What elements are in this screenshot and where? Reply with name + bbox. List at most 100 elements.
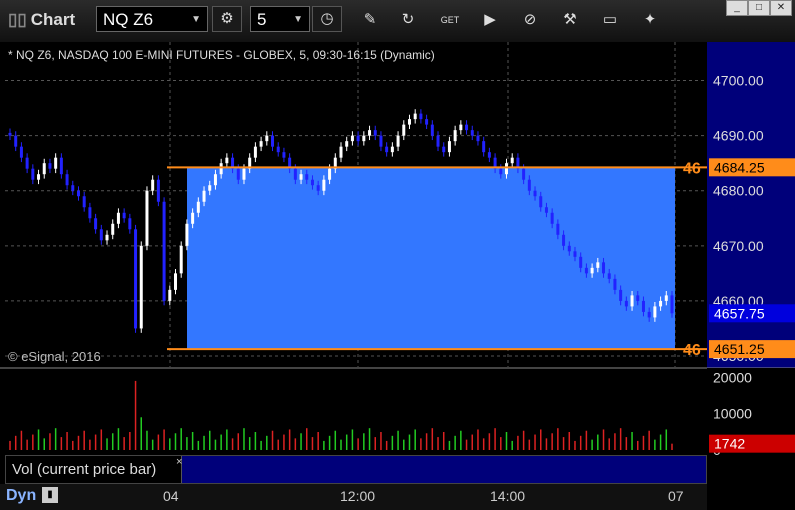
candle-body: [659, 300, 663, 307]
candle-body: [641, 300, 645, 312]
candle-body: [202, 190, 206, 202]
price-tick-label: 4700.00: [713, 73, 764, 89]
settings-button[interactable]: ⚙: [212, 6, 242, 32]
candle-body: [350, 135, 354, 142]
candle-body: [596, 262, 600, 268]
last-volume-text: 1742: [714, 436, 745, 452]
candle-body: [550, 212, 554, 224]
symbol-input[interactable]: NQ Z6 ▼: [96, 6, 208, 32]
candle-body: [293, 168, 297, 180]
candle-body: [116, 212, 120, 224]
candle-body: [499, 168, 503, 175]
candle-body: [544, 207, 548, 213]
bar-icon[interactable]: ▮: [42, 487, 58, 503]
candle-body: [430, 124, 434, 136]
candle-body: [236, 168, 240, 180]
maximize-button[interactable]: □: [748, 0, 770, 16]
price-tick-label: 4690.00: [713, 128, 764, 144]
candle-body: [322, 179, 326, 191]
chart-area[interactable]: * NQ Z6, NASDAQ 100 E-MINI FUTURES - GLO…: [0, 42, 795, 484]
minimize-button[interactable]: _: [726, 0, 748, 16]
candle-body: [590, 267, 594, 274]
time-label: 07: [668, 488, 684, 504]
volume-axis: 200001000001742: [707, 368, 795, 458]
chevron-down-icon[interactable]: ▼: [191, 7, 201, 33]
candle-body: [111, 223, 115, 235]
axis-corner: [707, 484, 795, 510]
candle-body: [219, 163, 223, 175]
candle-body: [310, 179, 314, 186]
clock-button[interactable]: ◷: [312, 6, 342, 32]
candle-body: [105, 234, 109, 241]
upper-line-price-text: 4684.25: [714, 159, 765, 175]
lower-line-price-text: 4651.25: [714, 341, 765, 357]
tools-icon[interactable]: ⚒: [560, 10, 580, 30]
candle-body: [19, 146, 23, 158]
twitter-icon[interactable]: ✦: [640, 10, 660, 30]
grip-icon: ▯▯: [8, 10, 27, 29]
price-tick-label: 4670.00: [713, 238, 764, 254]
candle-body: [213, 174, 217, 186]
candle-body: [82, 196, 86, 208]
interval-value: 5: [257, 10, 267, 29]
candle-body: [579, 256, 583, 268]
candle-body: [305, 174, 309, 180]
chart-header: * NQ Z6, NASDAQ 100 E-MINI FUTURES - GLO…: [8, 48, 435, 62]
candle-body: [299, 174, 303, 180]
pencil-icon[interactable]: ✎: [360, 10, 380, 30]
candle-body: [271, 135, 275, 147]
price-tick-label: 4680.00: [713, 183, 764, 199]
interval-input[interactable]: 5 ▼: [250, 6, 310, 32]
candle-body: [539, 196, 543, 208]
candle-body: [670, 295, 674, 314]
upper-line-tag: 46: [683, 160, 701, 177]
dynamic-label[interactable]: Dyn: [6, 487, 36, 505]
close-icon[interactable]: ×: [176, 456, 182, 468]
comment-icon[interactable]: ▭: [600, 10, 620, 30]
candle-body: [636, 295, 640, 301]
candle-body: [510, 157, 514, 164]
candle-body: [556, 223, 560, 235]
candle-body: [59, 157, 63, 175]
candle-body: [259, 141, 263, 147]
compass-icon[interactable]: ⊘: [520, 10, 540, 30]
candle-body: [368, 130, 372, 136]
get-icon[interactable]: GET: [440, 10, 460, 30]
chevron-down-icon[interactable]: ▼: [293, 7, 303, 33]
candle-body: [413, 113, 417, 120]
time-label: 12:00: [340, 488, 376, 504]
app-title-text: Chart: [30, 10, 76, 29]
candle-body: [379, 135, 383, 147]
candle-body: [71, 185, 75, 191]
volume-tick-label: 10000: [713, 406, 752, 422]
candle-body: [8, 132, 12, 136]
candle-body: [65, 174, 69, 186]
candle-body: [459, 124, 463, 131]
clock-icon: ◷: [320, 10, 334, 27]
play-icon[interactable]: ▶: [480, 10, 500, 30]
candle-body: [425, 119, 429, 125]
time-axis: Dyn ▮ 04 12:00 14:00 07: [0, 484, 795, 510]
candle-body: [396, 135, 400, 147]
candle-body: [613, 278, 617, 290]
candle-body: [208, 185, 212, 191]
candle-body: [584, 267, 588, 274]
candle-body: [54, 157, 58, 169]
highlight-range-rect: [187, 167, 675, 350]
candle-body: [419, 113, 423, 120]
candle-body: [185, 223, 189, 246]
candle-body: [37, 174, 41, 180]
toolbar: ▯▯ Chart NQ Z6 ▼ ⚙ 5 ▼ ◷ ✎ ↻ GET ▶ ⊘ ⚒ ▭ ✦ …: [0, 0, 795, 43]
candle-body: [179, 245, 183, 274]
candle-body: [619, 289, 623, 301]
volume-tick-label: 20000: [713, 369, 752, 385]
close-window-button[interactable]: ✕: [770, 0, 792, 16]
candle-body: [373, 130, 377, 136]
refresh-icon[interactable]: ↻: [398, 10, 418, 30]
candle-body: [482, 141, 486, 153]
copyright-text: © eSignal, 2016: [8, 349, 101, 364]
candle-body: [573, 251, 577, 257]
candle-body: [522, 168, 526, 180]
candle-body: [487, 152, 491, 158]
time-label: 14:00: [490, 488, 526, 504]
